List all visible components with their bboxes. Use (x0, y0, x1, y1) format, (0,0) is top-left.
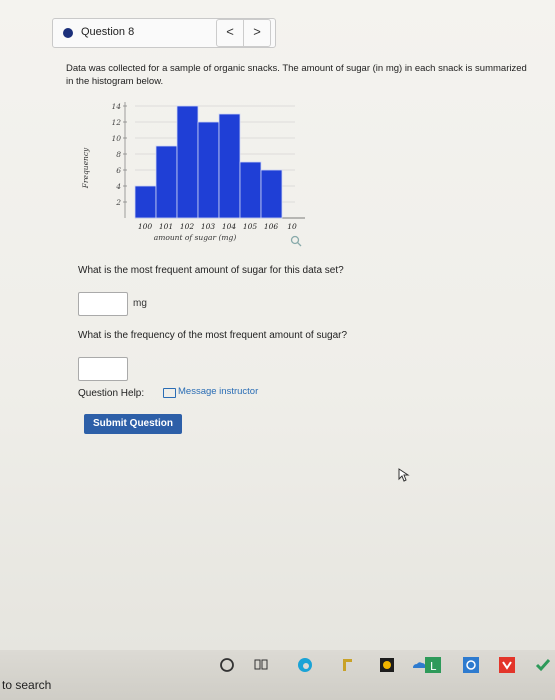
y-tick-label: 6 (116, 166, 121, 175)
edge-icon[interactable] (296, 656, 314, 674)
sub-question-1: What is the most frequent amount of suga… (78, 265, 344, 276)
histogram-bar (218, 113, 241, 219)
answer-2-input[interactable] (78, 357, 128, 381)
answer-1-input[interactable] (78, 292, 128, 316)
histogram-bar (239, 161, 262, 219)
question-text: Data was collected for a sample of organ… (66, 63, 527, 87)
histogram-bar (176, 105, 199, 219)
y-tick-label: 10 (111, 134, 121, 143)
histogram-bar (260, 169, 283, 219)
histogram: 2 4 6 8 10 12 14 100 101 102 103 104 105 106 10 amount … (81, 102, 305, 242)
x-tick-label: 10 (287, 222, 297, 231)
y-tick-label: 2 (115, 198, 121, 207)
taskbar-search[interactable]: to search (2, 678, 51, 692)
y-tick-label: 12 (111, 118, 121, 127)
magnify-icon[interactable] (290, 234, 302, 247)
previous-question-button[interactable]: < (216, 19, 244, 47)
histogram-bar (134, 185, 157, 219)
task-view-icon[interactable] (252, 656, 270, 674)
status-dot-icon (63, 28, 73, 38)
x-tick-label: 106 (264, 222, 279, 231)
x-tick-label: 104 (222, 222, 237, 231)
x-tick-label: 100 (138, 222, 153, 231)
histogram-bar (155, 145, 178, 219)
svg-text:L: L (430, 660, 437, 673)
check-icon[interactable] (534, 656, 552, 674)
screen: Question 8 ▼ < > Data was collected for … (0, 0, 555, 650)
mouse-cursor-icon (398, 468, 410, 482)
submit-question-button[interactable]: Submit Question (84, 414, 182, 434)
question-label: Question 8 (81, 26, 135, 38)
x-tick-label: 105 (243, 222, 258, 231)
histogram-bar (197, 121, 220, 219)
y-tick-label: 14 (111, 102, 121, 111)
app-l-icon[interactable]: L (424, 656, 442, 674)
message-instructor-link[interactable]: Message instructor (178, 386, 258, 397)
unit-label: mg (133, 298, 147, 309)
y-tick-label: 8 (116, 150, 121, 159)
x-tick-label: 101 (159, 222, 173, 231)
app-m-icon[interactable] (498, 656, 516, 674)
question-help-label: Question Help: (78, 388, 145, 399)
x-tick-label: 103 (201, 222, 216, 231)
cortana-icon[interactable] (218, 656, 236, 674)
y-axis-title: Frequency (81, 147, 90, 189)
x-axis-title: amount of sugar (mg) (154, 233, 237, 242)
x-tick-label: 102 (180, 222, 195, 231)
next-question-button[interactable]: > (243, 19, 271, 47)
app-o-icon[interactable] (462, 656, 480, 674)
app-icon-2[interactable] (378, 656, 396, 674)
y-tick-label: 4 (115, 182, 121, 191)
app-icon[interactable] (338, 656, 356, 674)
sub-question-2: What is the frequency of the most freque… (78, 330, 348, 341)
message-icon[interactable] (163, 388, 176, 398)
